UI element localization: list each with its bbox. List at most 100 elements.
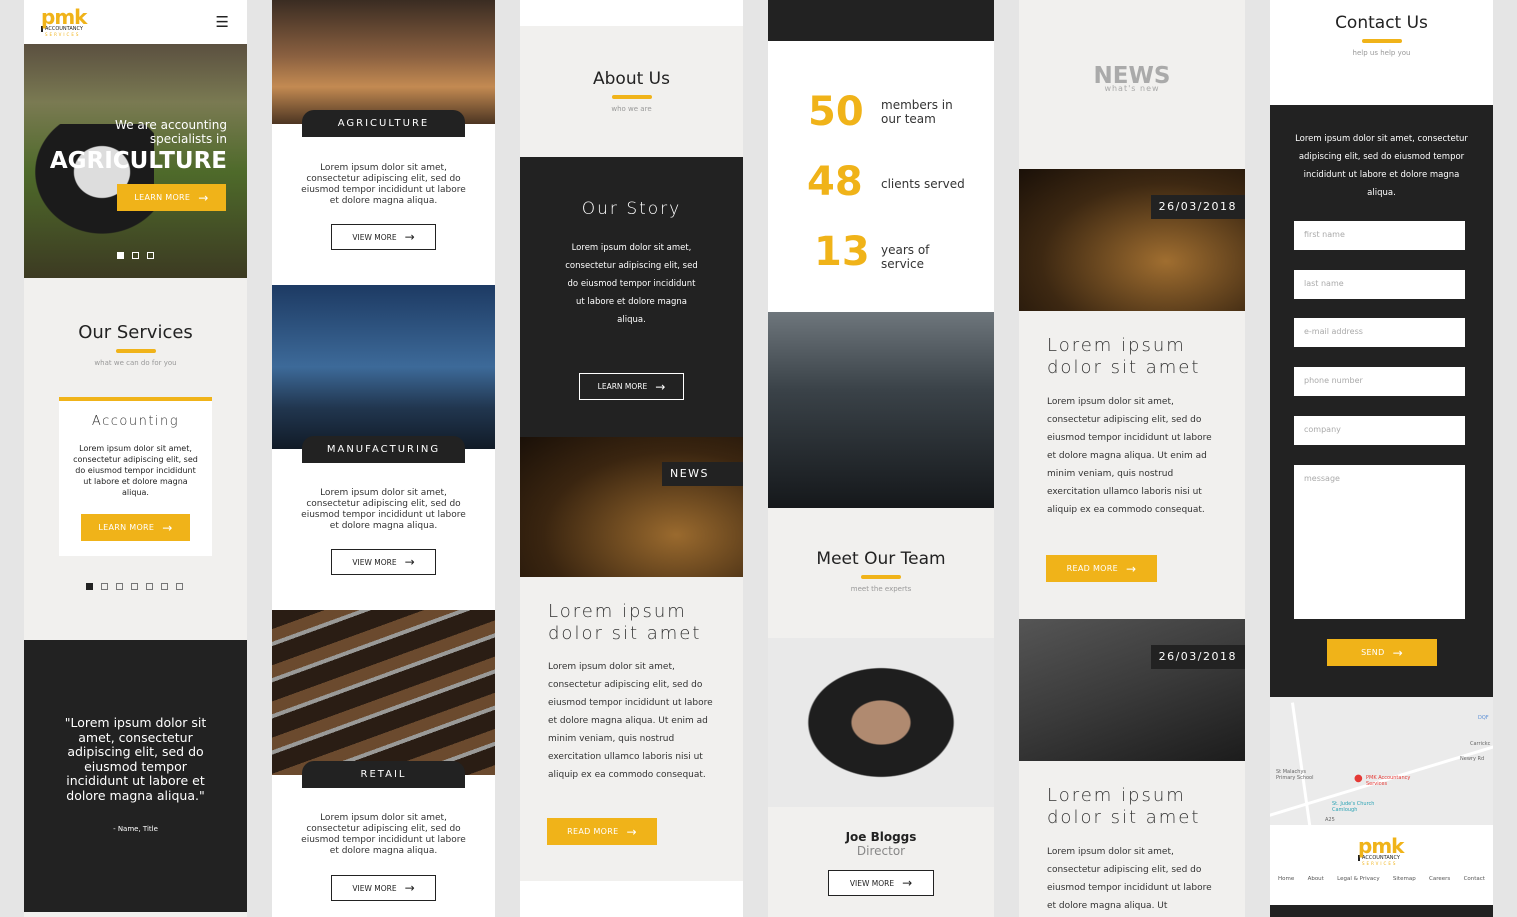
mobile-home-screen: pmk ACCOUNTANCY SERVICES ☰ We are accoun… xyxy=(24,0,247,917)
team-photo xyxy=(768,312,994,508)
services-section: Our Services what we can do for you xyxy=(24,322,247,367)
contact-intro: Lorem ipsum dolor sit amet, consectetur … xyxy=(1295,134,1468,198)
carousel-dot[interactable] xyxy=(176,583,183,590)
arrow-right-icon: → xyxy=(404,555,415,569)
news-tag: NEWS xyxy=(662,462,743,486)
member-photo xyxy=(768,638,994,807)
section-title: About Us xyxy=(593,69,670,89)
card-title: Accounting xyxy=(91,414,180,429)
footer-link-sitemap[interactable]: Sitemap xyxy=(1393,876,1416,882)
section-title: Our Services xyxy=(78,322,193,343)
sector-label: AGRICULTURE xyxy=(302,110,465,137)
section-subtitle: what's new xyxy=(1104,84,1160,93)
card-text: Lorem ipsum dolor sit amet, consectetur … xyxy=(73,444,198,497)
footer-nav: Home About Legal & Privacy Sitemap Caree… xyxy=(1278,876,1485,882)
quote-text: "Lorem ipsum dolor sit amet, consectetur… xyxy=(64,715,207,803)
retail-image xyxy=(272,610,495,775)
story-title: Our Story xyxy=(581,199,682,219)
send-button[interactable]: SEND → xyxy=(1327,639,1437,666)
footer-link-about[interactable]: About xyxy=(1308,876,1324,882)
section-subtitle: help us help you xyxy=(1352,49,1411,57)
post-text: Lorem ipsum dolor sit amet, consectetur … xyxy=(1047,397,1212,515)
our-story: Our Story Lorem ipsum dolor sit amet, co… xyxy=(520,157,743,437)
carousel-dot[interactable] xyxy=(146,583,153,590)
mobile-sectors-screen: AGRICULTURE Lorem ipsum dolor sit amet, … xyxy=(272,0,495,917)
title-underline xyxy=(611,95,652,99)
post-text: Lorem ipsum dolor sit amet, consectetur … xyxy=(1047,847,1212,911)
footer: pmk ACCOUNTANCY SERVICES Home About Lega… xyxy=(1270,825,1493,905)
learn-more-button[interactable]: LEARN MORE → xyxy=(117,184,226,211)
mobile-news-screen: NEWS what's new 26/03/2018 Lorem ipsum do… xyxy=(1019,0,1245,917)
carousel-dot[interactable] xyxy=(161,583,168,590)
post-date: 26/03/2018 xyxy=(1150,195,1245,219)
learn-more-button[interactable]: LEARN MORE → xyxy=(579,373,684,400)
footer-link-legal[interactable]: Legal & Privacy xyxy=(1337,876,1379,882)
sector-text: Lorem ipsum dolor sit amet, consectetur … xyxy=(301,163,466,206)
arrow-right-icon: → xyxy=(626,824,637,839)
view-more-button[interactable]: VIEW MORE → xyxy=(331,875,436,901)
email-input[interactable]: e-mail address xyxy=(1294,318,1465,347)
learn-more-button[interactable]: LEARN MORE → xyxy=(81,514,190,541)
company-input[interactable]: company xyxy=(1294,416,1465,445)
map-pin-icon[interactable]: ● xyxy=(1354,773,1363,784)
footer-link-contact[interactable]: Contact xyxy=(1464,876,1485,882)
view-more-button[interactable]: VIEW MORE → xyxy=(331,549,436,575)
section-subtitle: meet the experts xyxy=(850,585,912,593)
arrow-right-icon: → xyxy=(162,520,173,535)
carousel-dot[interactable] xyxy=(116,583,123,590)
view-more-button[interactable]: VIEW MORE → xyxy=(331,224,436,250)
quote-author: - Name, Title xyxy=(113,825,158,833)
section-subtitle: who we are xyxy=(611,105,652,113)
story-text: Lorem ipsum dolor sit amet, consectetur … xyxy=(565,243,698,325)
carousel-dots xyxy=(117,252,154,259)
about-header: About Us who we are xyxy=(520,69,743,113)
footer-logo[interactable]: pmk ACCOUNTANCY SERVICES xyxy=(1358,836,1408,867)
read-more-button[interactable]: READ MORE → xyxy=(547,818,657,845)
coins-image: NEWS xyxy=(520,437,743,577)
view-more-button[interactable]: VIEW MORE → xyxy=(828,870,934,896)
manufacturing-image xyxy=(272,285,495,449)
carousel-dot[interactable] xyxy=(131,583,138,590)
arrow-right-icon: → xyxy=(1392,645,1403,660)
carousel-dots xyxy=(86,583,183,590)
post-title: Lorem ipsum dolor sit amet xyxy=(1047,785,1201,828)
carousel-dot[interactable] xyxy=(132,252,139,259)
post-image: 26/03/2018 xyxy=(1019,169,1245,311)
section-title: Meet Our Team xyxy=(816,549,946,569)
arrow-right-icon: → xyxy=(198,190,209,205)
carousel-dot[interactable] xyxy=(117,252,124,259)
post-image: 26/03/2018 xyxy=(1019,619,1245,761)
article-text: Lorem ipsum dolor sit amet, consectetur … xyxy=(548,662,713,780)
arrow-right-icon: → xyxy=(404,881,415,895)
news-header: NEWS what's new xyxy=(1019,63,1245,93)
stats-section: 50 members in our team 48 clients served … xyxy=(768,41,994,312)
title-underline xyxy=(1361,39,1402,43)
stat-label: clients served xyxy=(881,177,965,191)
map[interactable]: ● PMK Accountancy Services St Malachys P… xyxy=(1270,697,1493,832)
section-subtitle: what we can do for you xyxy=(94,359,177,367)
sector-text: Lorem ipsum dolor sit amet, consectetur … xyxy=(301,813,466,856)
header: pmk ACCOUNTANCY SERVICES ☰ xyxy=(24,0,247,44)
first-name-input[interactable]: first name xyxy=(1294,221,1465,250)
section-title: Contact Us xyxy=(1335,13,1428,33)
phone-input[interactable]: phone number xyxy=(1294,367,1465,396)
message-textarea[interactable]: message xyxy=(1294,465,1465,619)
last-name-input[interactable]: last name xyxy=(1294,270,1465,299)
sector-text: Lorem ipsum dolor sit amet, consectetur … xyxy=(301,488,466,531)
contact-header: Contact Us help us help you xyxy=(1270,0,1493,105)
hero-line1: We are accounting xyxy=(115,118,227,132)
hamburger-icon[interactable]: ☰ xyxy=(216,13,229,31)
footer-link-careers[interactable]: Careers xyxy=(1429,876,1450,882)
carousel-dot[interactable] xyxy=(101,583,108,590)
footer-link-home[interactable]: Home xyxy=(1278,876,1294,882)
hero-line2: specialists in xyxy=(149,132,227,146)
member-name: Joe Bloggs xyxy=(845,830,917,844)
logo[interactable]: pmk ACCOUNTANCY SERVICES xyxy=(41,7,91,38)
read-more-button[interactable]: READ MORE → xyxy=(1046,555,1157,582)
hero-banner: We are accounting specialists in AGRICUL… xyxy=(24,44,247,278)
mobile-about-screen: About Us who we are Our Story Lorem ipsu… xyxy=(520,0,743,917)
member-info: Joe Bloggs Director xyxy=(768,830,994,858)
carousel-dot[interactable] xyxy=(86,583,93,590)
arrow-right-icon: → xyxy=(404,230,415,244)
carousel-dot[interactable] xyxy=(147,252,154,259)
